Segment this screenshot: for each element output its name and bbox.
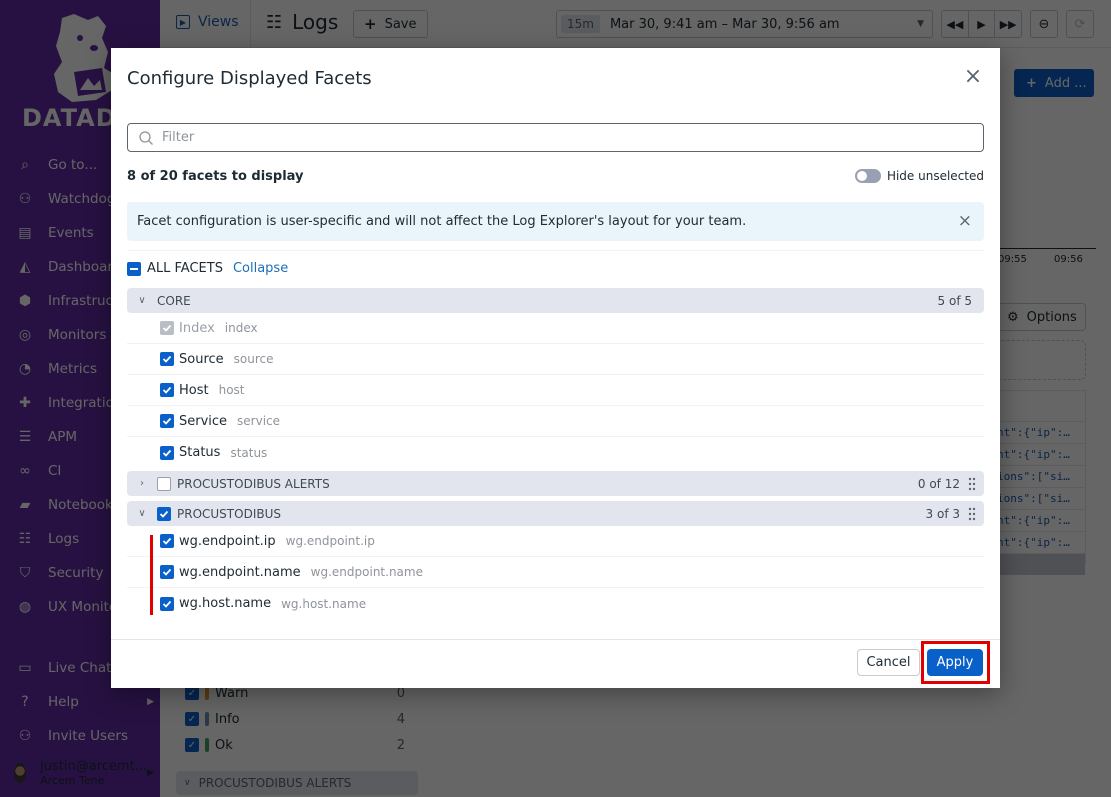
facet-label: Index [179,320,215,336]
facet-path: source [233,352,274,366]
chevron-down-icon[interactable]: ∨ [135,508,149,519]
facet-group-procustodibus[interactable]: ∨ PROCUSTODIBUS 3 of 3 [127,501,984,526]
facet-item-wg-endpoint-name: wg.endpoint.name wg.endpoint.name [127,557,984,588]
facet-label: Service [179,413,228,429]
hide-unselected-toggle[interactable] [854,169,881,183]
cancel-button[interactable]: Cancel [857,649,920,676]
facet-path: host [218,383,245,397]
apply-button[interactable]: Apply [927,649,983,676]
close-icon[interactable]: × [958,212,972,230]
facet-path: wg.endpoint.name [310,565,423,579]
checkbox-checked[interactable] [160,414,174,428]
facet-item-index: Index index [127,313,984,344]
facet-item-host: Host host [127,375,984,406]
facet-label: Status [179,445,221,460]
filter-input-wrapper [127,123,984,152]
group-count: 0 of 12 [917,476,960,491]
facet-item-wg-endpoint-ip: wg.endpoint.ip wg.endpoint.ip [127,526,984,557]
close-icon[interactable]: × [962,66,984,88]
facet-path: status [230,445,268,460]
all-facets-checkbox-indeterminate[interactable] [127,261,141,276]
modal-title: Configure Displayed Facets [127,68,372,89]
group-checkbox-checked[interactable] [157,506,171,521]
info-text: Facet configuration is user-specific and… [137,214,747,229]
facet-item-source: Source source [127,344,984,375]
all-facets-label: ALL FACETS [147,261,223,276]
chevron-down-icon[interactable]: ∨ [135,295,149,306]
search-icon [139,130,153,145]
facets-count: 8 of 20 facets to display [127,169,304,184]
collapse-link[interactable]: Collapse [233,261,288,276]
facet-label: Host [179,382,209,398]
group-count: 3 of 3 [925,506,960,521]
all-facets-row: ALL FACETS Collapse [127,261,288,276]
group-name: PROCUSTODIBUS [177,506,281,521]
filter-input[interactable] [162,130,983,145]
facet-group-procustodibus-alerts[interactable]: › PROCUSTODIBUS ALERTS 0 of 12 [127,471,984,496]
hide-unselected-toggle-wrapper: Hide unselected [854,169,984,183]
checkbox-checked[interactable] [160,445,174,460]
facet-path: index [224,321,258,335]
checkbox-checked-disabled [160,321,174,335]
facet-path: wg.host.name [281,596,367,611]
facet-path: service [237,414,281,428]
group-checkbox-unchecked[interactable] [157,476,171,491]
checkbox-checked[interactable] [160,352,174,366]
drag-handle-icon[interactable] [968,507,976,521]
facet-item-wg-host-name: wg.host.name wg.host.name [127,588,984,619]
checkbox-checked[interactable] [160,596,174,611]
checkbox-checked[interactable] [160,565,174,579]
modal-footer: Cancel Apply [111,639,1000,688]
group-count: 5 of 5 [937,293,972,308]
facet-label: wg.endpoint.ip [179,533,276,549]
info-banner: Facet configuration is user-specific and… [127,202,984,241]
selection-annotation-line [150,535,153,615]
drag-handle-icon[interactable] [968,477,976,491]
group-name: CORE [157,293,191,308]
facet-label: wg.host.name [179,596,272,611]
facet-label: wg.endpoint.name [179,564,301,580]
hide-unselected-label: Hide unselected [886,169,984,183]
chevron-right-icon[interactable]: › [135,478,149,489]
configure-facets-modal: Configure Displayed Facets × 8 of 20 fac… [111,48,1000,688]
group-name: PROCUSTODIBUS ALERTS [177,476,330,491]
facet-path: wg.endpoint.ip [285,534,375,548]
facet-group-core[interactable]: ∨ CORE 5 of 5 [127,288,984,313]
facet-label: Source [179,351,224,367]
checkbox-checked[interactable] [160,534,174,548]
facet-item-status: Status status [127,437,984,468]
facet-item-service: Service service [127,406,984,437]
divider [127,250,984,251]
checkbox-checked[interactable] [160,383,174,397]
